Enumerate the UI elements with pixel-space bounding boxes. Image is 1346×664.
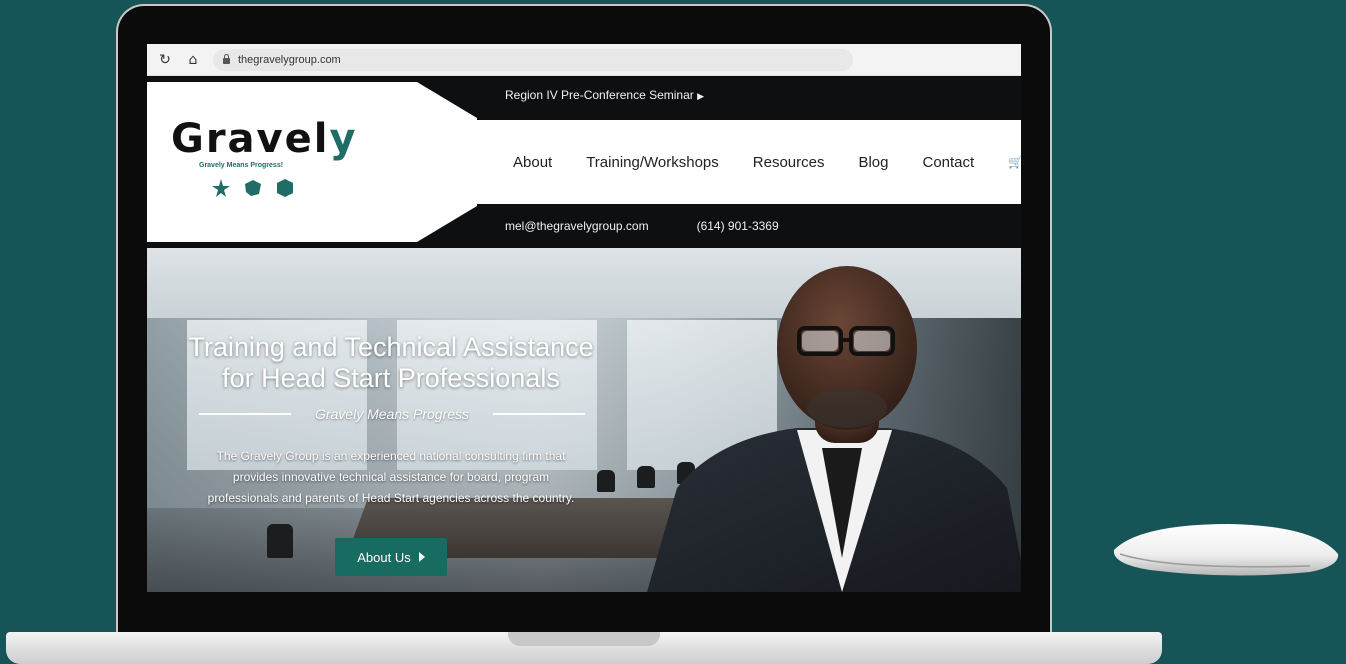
phone-link[interactable]: (614) 901-3369 <box>697 219 779 233</box>
nav-item-training[interactable]: Training/Workshops <box>586 154 719 171</box>
divider <box>199 413 291 415</box>
hero-description: The Gravely Group is an experienced nati… <box>207 449 575 505</box>
laptop-screen: ↻ ⌂ thegravelygroup.com Gravely Gravely … <box>147 44 1021 592</box>
mouse-image <box>1113 524 1339 576</box>
logo-wordmark: Gravely <box>171 116 358 162</box>
play-triangle-icon <box>418 552 425 562</box>
main-nav: About Training/Workshops Resources Blog … <box>477 120 1021 204</box>
portrait-image <box>647 266 1021 592</box>
logo-shape-hexagon-icon <box>277 179 293 197</box>
play-triangle-icon: ▶ <box>697 91 705 101</box>
about-us-button[interactable]: About Us <box>335 538 447 576</box>
home-icon[interactable]: ⌂ <box>183 50 203 70</box>
lock-icon <box>223 54 230 64</box>
logo-shape-hand-icon <box>245 180 261 196</box>
hero-section: Training and Technical Assistance for He… <box>147 248 1021 592</box>
nav-item-about[interactable]: About <box>513 154 552 171</box>
hero-subtitle: Gravely Means Progress <box>314 406 470 422</box>
logo-shapes <box>211 178 295 198</box>
address-bar[interactable]: thegravelygroup.com <box>213 48 853 71</box>
hero-title: Training and Technical Assistance for He… <box>188 332 594 393</box>
nav-item-resources[interactable]: Resources <box>753 154 825 171</box>
logo-panel[interactable]: Gravely Gravely Means Progress! <box>147 82 477 242</box>
site-header: Gravely Gravely Means Progress! Region I… <box>147 76 1021 248</box>
nav-item-contact[interactable]: Contact <box>923 154 975 171</box>
contact-strip: mel@thegravelygroup.com (614) 901-3369 <box>505 219 779 233</box>
divider <box>493 413 585 415</box>
logo-shape-star-icon <box>212 179 230 197</box>
url-text: thegravelygroup.com <box>238 53 341 66</box>
announcement-link[interactable]: Region IV Pre-Conference Seminar ▶ <box>505 88 704 102</box>
hero-subtitle-row: Gravely Means Progress <box>199 406 585 422</box>
logo-tagline: Gravely Means Progress! <box>199 162 284 169</box>
browser-toolbar: ↻ ⌂ thegravelygroup.com <box>147 44 1021 76</box>
reload-icon[interactable]: ↻ <box>155 50 175 70</box>
laptop-notch <box>508 632 660 646</box>
hero-bg-chair <box>267 524 293 558</box>
email-link[interactable]: mel@thegravelygroup.com <box>505 219 649 233</box>
nav-item-blog[interactable]: Blog <box>858 154 888 171</box>
cart-icon[interactable]: 🛒 <box>1008 155 1021 169</box>
